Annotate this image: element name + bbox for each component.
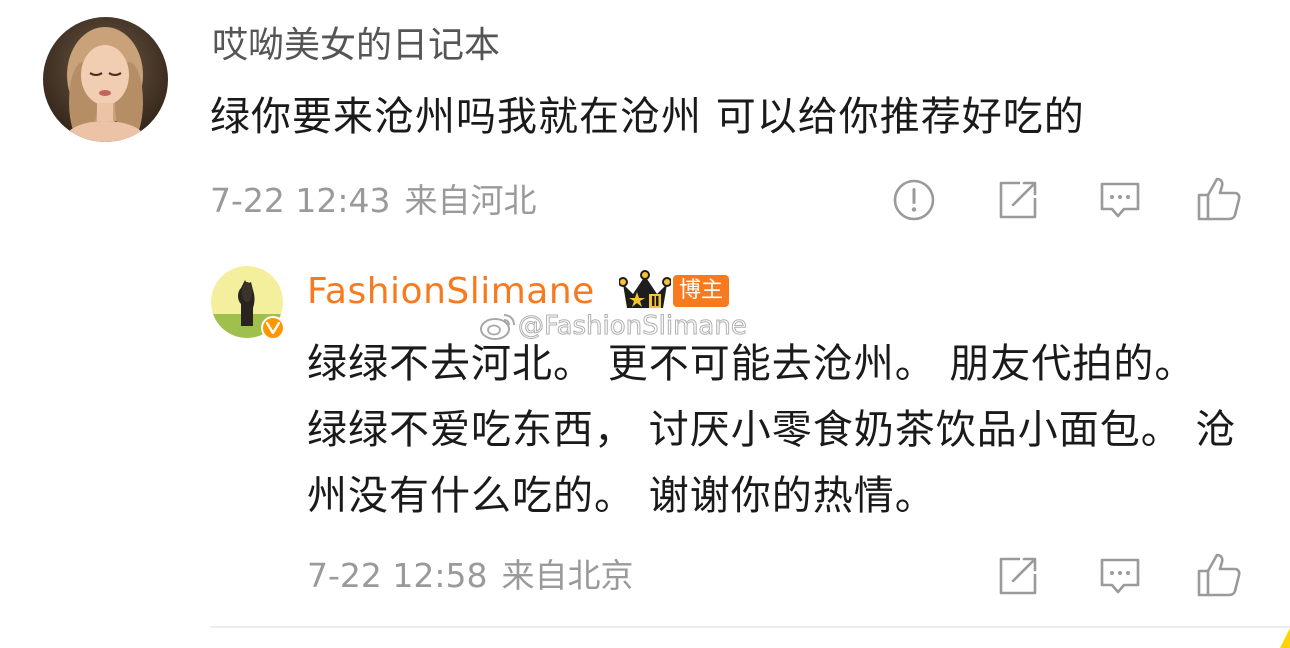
reply-date: 7-22 12:58 <box>307 556 488 595</box>
like-button[interactable] <box>1193 173 1245 225</box>
reply-username[interactable]: FashionSlimane <box>307 270 595 314</box>
comment-icon <box>1100 558 1140 594</box>
divider <box>210 626 1290 628</box>
crown-level-icon <box>619 270 671 308</box>
forward-icon <box>999 181 1037 219</box>
comment-button[interactable] <box>1094 174 1146 226</box>
corner-mark <box>1280 628 1290 648</box>
verified-v-icon <box>261 316 285 340</box>
top-comment-location: 来自河北 <box>404 181 537 220</box>
forward-icon <box>999 557 1037 595</box>
reply-text: 绿绿不去河北。 更不可能去沧州。 朋友代拍的。 绿绿不爱吃东西， 讨厌小零食奶茶… <box>307 341 1237 519</box>
report-button[interactable] <box>888 174 940 226</box>
top-comment-meta: 7-22 12:43 来自河北 <box>210 181 551 221</box>
reply-like-button[interactable] <box>1193 549 1245 601</box>
reply-forward-button[interactable] <box>992 550 1044 602</box>
like-icon <box>1197 553 1241 597</box>
top-comment-text: 绿你要来沧州吗我就在沧州 可以给你推荐好吃的 <box>210 94 1085 140</box>
top-username[interactable]: 哎呦美女的日记本 <box>212 24 500 68</box>
reply-badges: 博主 <box>619 270 730 312</box>
reply-comment-button[interactable] <box>1094 550 1146 602</box>
top-comment-date: 7-22 12:43 <box>210 181 391 220</box>
like-icon <box>1197 177 1241 221</box>
comment-icon <box>1100 182 1140 218</box>
reply-location: 来自北京 <box>501 556 634 595</box>
comment-thread: 哎呦美女的日记本 绿你要来沧州吗我就在沧州 可以给你推荐好吃的 7-22 12:… <box>0 0 1290 648</box>
forward-button[interactable] <box>992 174 1044 226</box>
reply-meta: 7-22 12:58 来自北京 <box>307 556 648 596</box>
reply-avatar[interactable] <box>211 266 285 340</box>
user-avatar[interactable] <box>43 17 168 142</box>
report-icon <box>893 179 935 221</box>
author-badge: 博主 <box>673 275 730 307</box>
